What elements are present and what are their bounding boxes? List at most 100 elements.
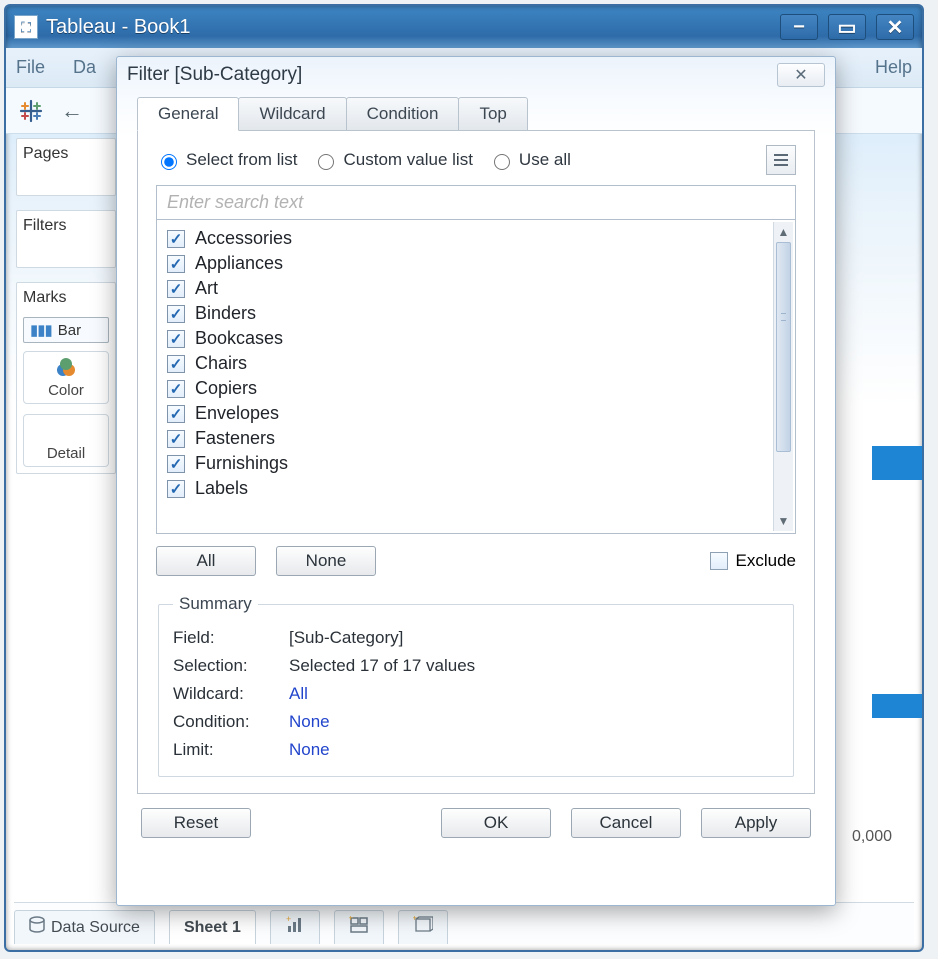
list-item-label: Chairs	[195, 353, 247, 374]
mode-radios: Select from list Custom value list Use a…	[156, 145, 796, 175]
scroll-track[interactable]	[774, 242, 793, 511]
chart-bar	[872, 694, 922, 718]
maximize-button[interactable]: ▭	[828, 14, 866, 40]
list-item[interactable]: ✓ Accessories	[167, 226, 785, 251]
close-button[interactable]: ✕	[876, 14, 914, 40]
marks-label: Marks	[17, 283, 115, 309]
tab-wildcard[interactable]: Wildcard	[238, 97, 346, 131]
summary-legend: Summary	[173, 594, 258, 614]
app-icon: ⛶	[14, 15, 38, 39]
minimize-button[interactable]: −	[780, 14, 818, 40]
svg-text:+: +	[286, 916, 291, 924]
new-worksheet-icon: +	[285, 916, 305, 939]
marks-detail-button[interactable]: . Detail	[23, 414, 109, 467]
back-icon[interactable]: ←	[58, 97, 86, 125]
scroll-down-icon[interactable]: ▼	[778, 511, 790, 531]
marks-detail-label: Detail	[47, 445, 85, 462]
axis-tick-label: 0,000	[852, 828, 892, 846]
application-window: ⛶ Tableau - Book1 − ▭ ✕ File Da Workshee…	[4, 4, 924, 952]
mark-type-label: Bar	[58, 322, 81, 339]
pages-label: Pages	[17, 139, 115, 165]
tab-top[interactable]: Top	[458, 97, 527, 131]
list-item[interactable]: ✓Appliances	[167, 251, 785, 276]
radio-select-from-list[interactable]: Select from list	[156, 150, 297, 170]
pages-shelf[interactable]: Pages	[16, 138, 116, 196]
checkbox-icon[interactable]: ✓	[167, 355, 185, 373]
tab-general[interactable]: General	[137, 97, 239, 131]
list-item[interactable]: ✓ Envelopes	[167, 401, 785, 426]
data-source-tab[interactable]: Data Source	[14, 910, 155, 944]
checkbox-icon[interactable]: ✓	[167, 455, 185, 473]
summary-field-label: Field:	[173, 628, 273, 648]
list-item-label: Envelopes	[195, 403, 279, 424]
dialog-title: Filter [Sub-Category]	[127, 64, 302, 86]
checkbox-icon[interactable]: ✓	[167, 230, 185, 248]
list-item[interactable]: ✓Fasteners	[167, 426, 785, 451]
checkbox-icon[interactable]: ✓	[167, 380, 185, 398]
scroll-up-icon[interactable]: ▲	[778, 222, 790, 242]
radio-select-from-list-label: Select from list	[186, 150, 297, 170]
none-button[interactable]: None	[276, 546, 376, 576]
summary-limit-label: Limit:	[173, 740, 273, 760]
new-worksheet-button[interactable]: +	[270, 910, 320, 944]
new-story-button[interactable]: +	[398, 910, 448, 944]
new-dashboard-button[interactable]: +	[334, 910, 384, 944]
filters-shelf[interactable]: Filters	[16, 210, 116, 268]
list-item[interactable]: ✓Copiers	[167, 376, 785, 401]
checkbox-icon[interactable]: ✓	[167, 480, 185, 498]
scrollbar[interactable]: ▲ ▼	[773, 222, 793, 531]
tab-condition[interactable]: Condition	[346, 97, 460, 131]
dialog-buttons: Reset OK Cancel Apply	[117, 808, 835, 854]
radio-custom-value-list-label: Custom value list	[343, 150, 472, 170]
exclude-checkbox[interactable]	[710, 552, 728, 570]
tableau-logo-icon	[16, 96, 46, 126]
ok-button[interactable]: OK	[441, 808, 551, 838]
marks-color-button[interactable]: Color	[23, 351, 109, 404]
list-item[interactable]: ✓Labels	[167, 476, 785, 501]
checkbox-icon[interactable]: ✓	[167, 405, 185, 423]
color-icon	[55, 358, 77, 380]
list-item[interactable]: ✓Bookcases	[167, 326, 785, 351]
radio-custom-value-list[interactable]: Custom value list	[313, 150, 472, 170]
list-item[interactable]: ✓Furnishings	[167, 451, 785, 476]
list-item[interactable]: ✓Binders	[167, 301, 785, 326]
summary-wildcard-label: Wildcard:	[173, 684, 273, 704]
all-button[interactable]: All	[156, 546, 256, 576]
menu-item-trunc[interactable]: Da	[73, 57, 96, 78]
checkbox-icon[interactable]: ✓	[167, 305, 185, 323]
search-input[interactable]	[157, 186, 795, 219]
menu-help[interactable]: Help	[875, 57, 912, 78]
checkbox-icon[interactable]: ✓	[167, 255, 185, 273]
data-source-label: Data Source	[51, 919, 140, 937]
radio-select-from-list-input[interactable]	[161, 154, 177, 170]
dialog-close-button[interactable]: ✕	[777, 63, 825, 87]
radio-use-all[interactable]: Use all	[489, 150, 571, 170]
dialog-tabs: General Wildcard Condition Top	[117, 97, 835, 131]
sidebar: Pages Filters Marks ▮▮▮ Bar	[16, 138, 116, 474]
list-item[interactable]: ✓ Chairs	[167, 351, 785, 376]
menu-file[interactable]: File	[16, 57, 45, 78]
mark-type-dropdown[interactable]: ▮▮▮ Bar	[23, 317, 109, 343]
checkbox-icon[interactable]: ✓	[167, 430, 185, 448]
checkbox-icon[interactable]: ✓	[167, 280, 185, 298]
summary-limit-value: None	[289, 740, 330, 760]
scroll-thumb[interactable]	[776, 242, 791, 452]
svg-text:+: +	[413, 916, 417, 923]
cancel-button[interactable]: Cancel	[571, 808, 681, 838]
sheet-tabs: Data Source Sheet 1 + + +	[14, 902, 914, 944]
list-options-button[interactable]	[766, 145, 796, 175]
checkbox-icon[interactable]: ✓	[167, 330, 185, 348]
list-item-label: Art	[195, 278, 218, 299]
svg-text:+: +	[349, 916, 353, 923]
tab-general-page: Select from list Custom value list Use a…	[137, 130, 815, 794]
radio-custom-value-list-input[interactable]	[318, 154, 334, 170]
list-item-label: Accessories	[195, 228, 292, 249]
radio-use-all-input[interactable]	[494, 154, 510, 170]
list-item[interactable]: ✓ Art	[167, 276, 785, 301]
summary-wildcard-value: All	[289, 684, 308, 704]
sheet1-tab[interactable]: Sheet 1	[169, 910, 256, 944]
apply-button[interactable]: Apply	[701, 808, 811, 838]
reset-button[interactable]: Reset	[141, 808, 251, 838]
values-list[interactable]: ✓Accessories✓Appliances✓Art✓Binders✓Book…	[156, 220, 796, 534]
window-titlebar: ⛶ Tableau - Book1 − ▭ ✕	[6, 6, 922, 48]
